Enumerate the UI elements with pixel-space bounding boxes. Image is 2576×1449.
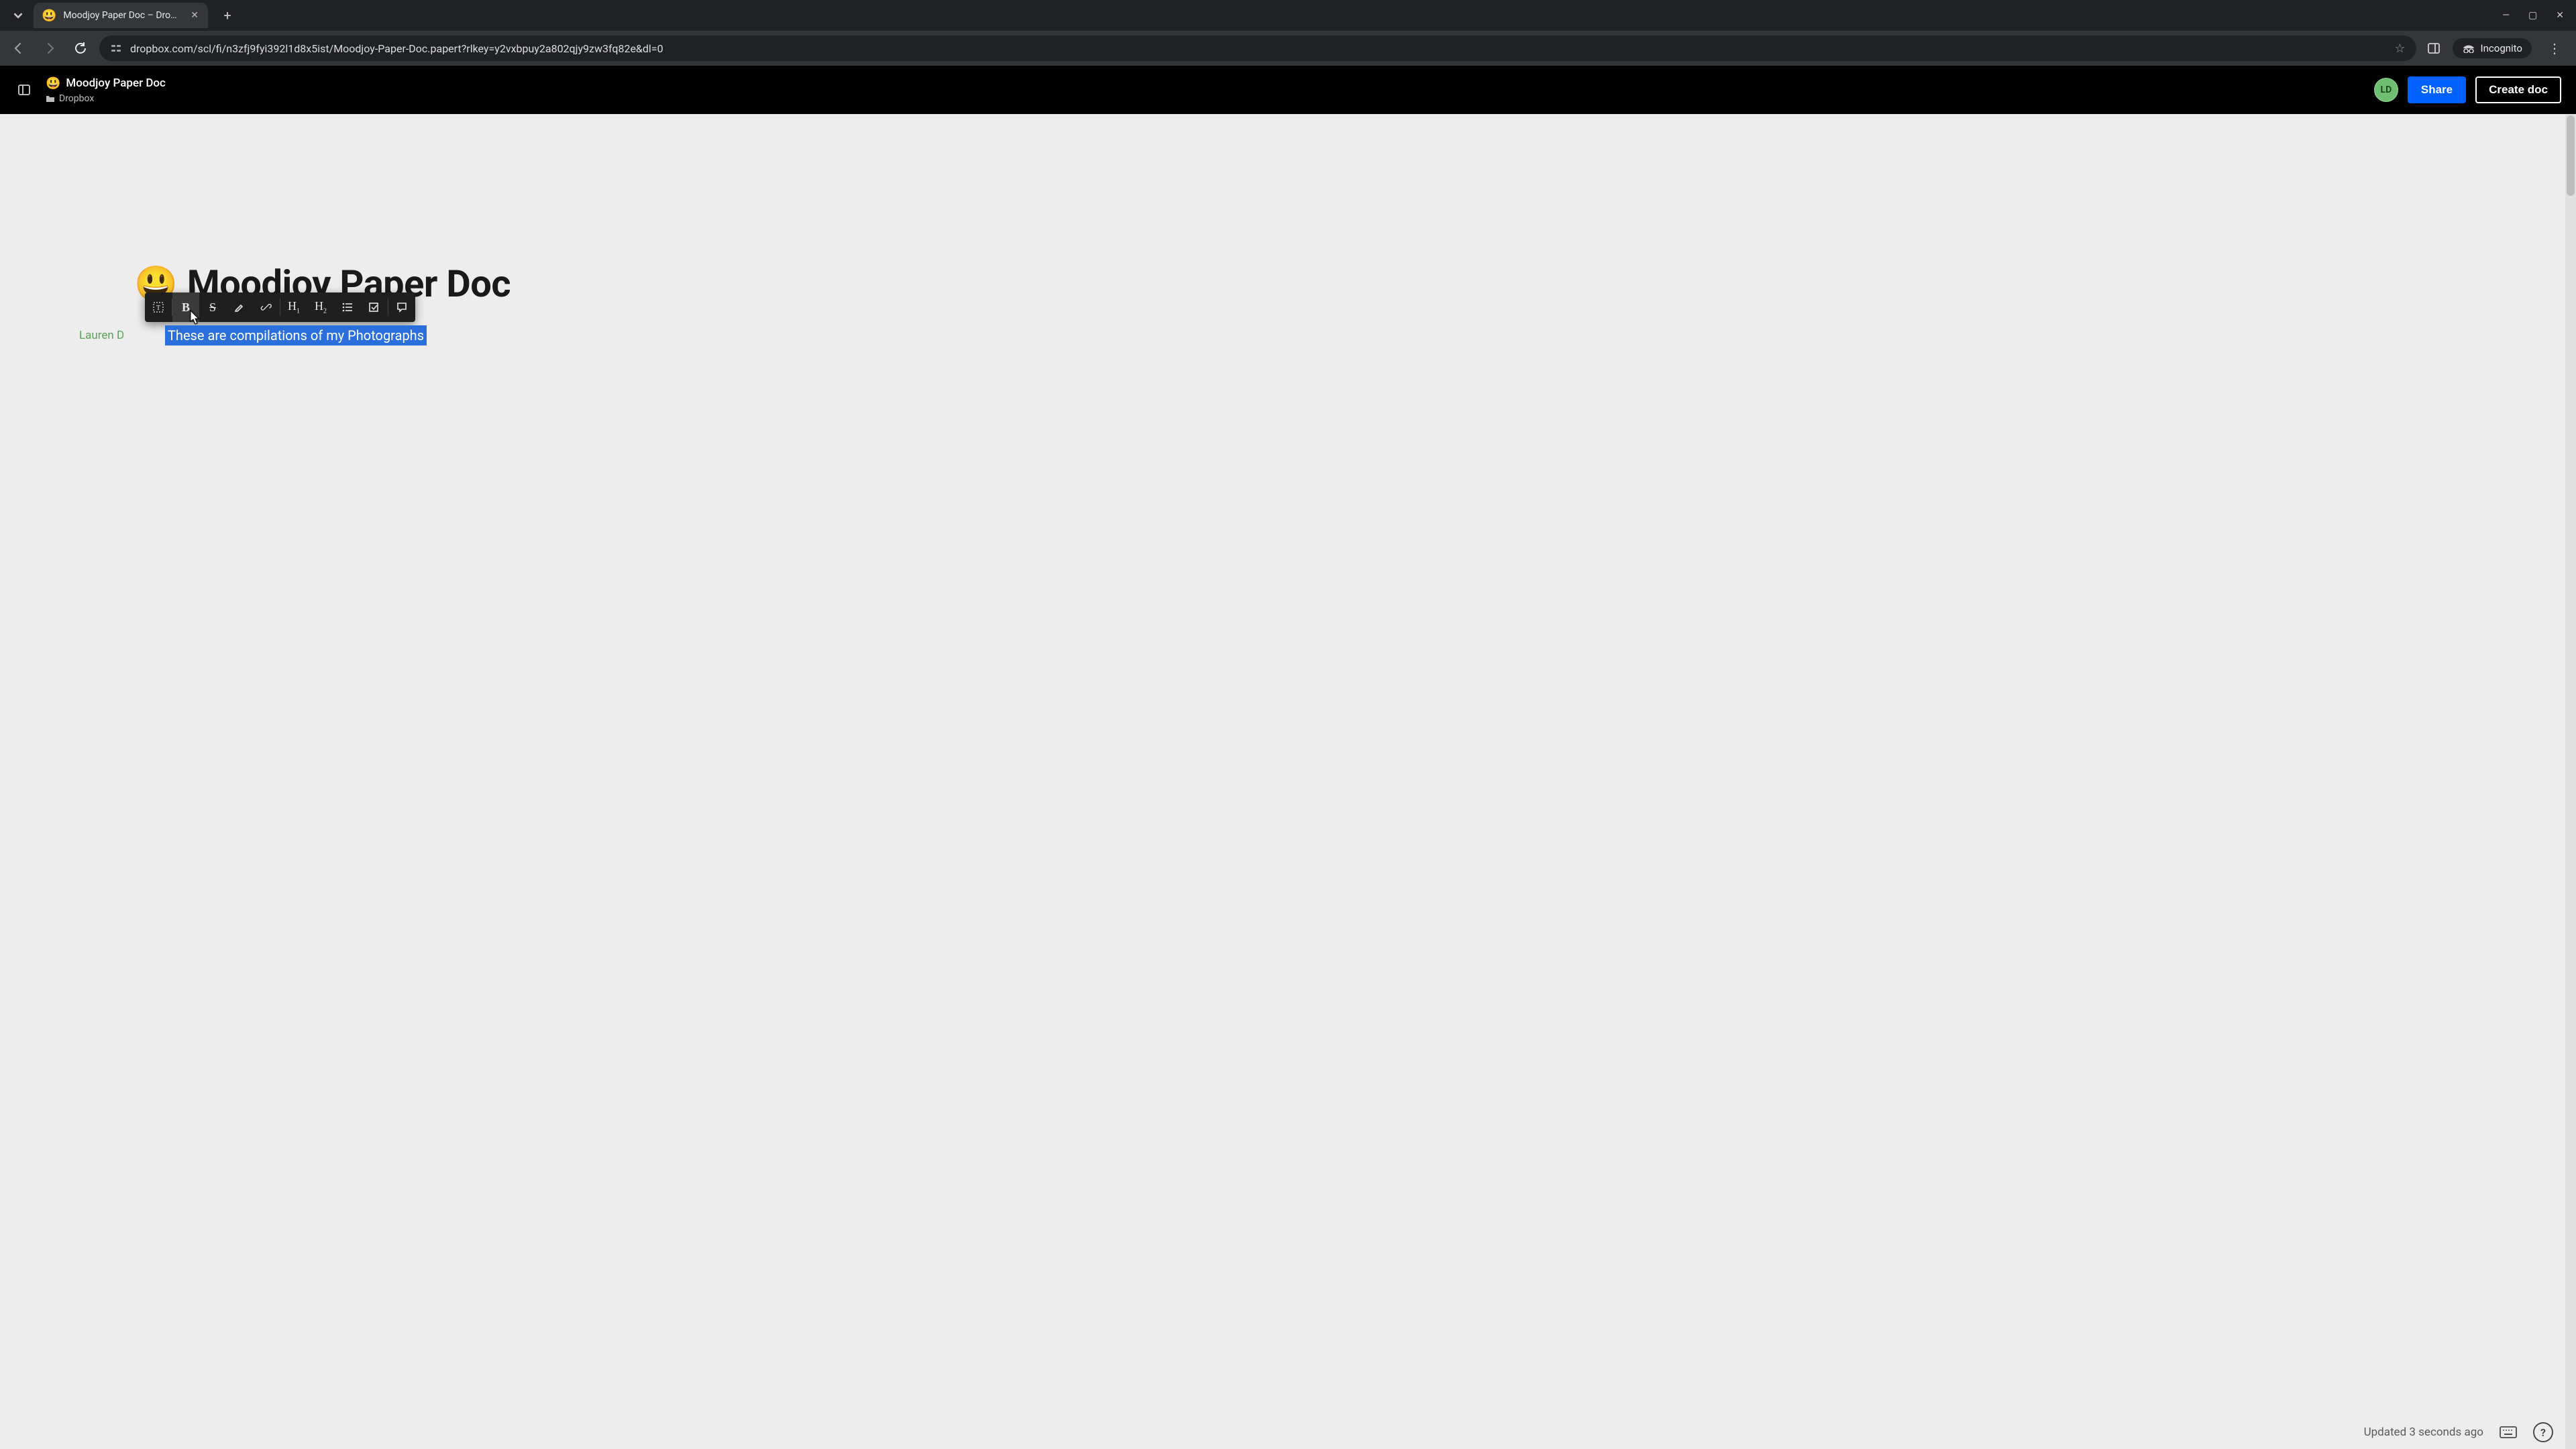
browser-menu-icon[interactable]: ⋮	[2544, 40, 2565, 56]
browser-tab[interactable]: 😃 Moodjoy Paper Doc – Dropbox ✕	[34, 3, 208, 28]
tab-strip: 😃 Moodjoy Paper Doc – Dropbox ✕ + — ▢ ✕	[0, 0, 2576, 31]
back-button[interactable]	[7, 36, 31, 60]
tab-favicon-icon: 😃	[42, 9, 56, 23]
tab-close-icon[interactable]: ✕	[191, 10, 199, 21]
h2-button[interactable]: H2	[307, 292, 334, 322]
link-icon	[260, 301, 272, 313]
header-doc-emoji-icon: 😃	[46, 76, 60, 91]
share-button[interactable]: Share	[2408, 76, 2466, 103]
reload-button[interactable]	[68, 36, 93, 60]
app-header: 😃 Moodjoy Paper Doc Dropbox LD Share Cre…	[0, 66, 2576, 114]
breadcrumb-label: Dropbox	[59, 93, 94, 104]
h1-button[interactable]: H1	[280, 292, 307, 322]
create-doc-button[interactable]: Create doc	[2475, 76, 2561, 103]
checklist-icon	[368, 301, 380, 313]
folder-icon	[46, 95, 55, 103]
text-style-icon: T	[152, 301, 164, 313]
h2-icon: H2	[315, 299, 327, 315]
updated-timestamp: Updated 3 seconds ago	[2364, 1426, 2483, 1439]
window-controls: — ▢ ✕	[2502, 10, 2569, 21]
avatar[interactable]: LD	[2374, 78, 2398, 102]
h1-icon: H1	[288, 299, 300, 315]
tab-title: Moodjoy Paper Doc – Dropbox	[63, 10, 180, 21]
document-canvas[interactable]: 😃 Moodjoy Paper Doc T B S	[0, 114, 2576, 1449]
svg-text:T: T	[156, 305, 160, 312]
link-button[interactable]	[253, 292, 280, 322]
new-tab-button[interactable]: +	[217, 7, 237, 23]
address-bar[interactable]: dropbox.com/scl/fi/n3zfj9fyi392l1d8x5ist…	[99, 36, 2416, 61]
window-close-icon[interactable]: ✕	[2556, 10, 2564, 21]
sidebar-toggle-button[interactable]	[15, 80, 34, 99]
header-doc-title[interactable]: Moodjoy Paper Doc	[66, 76, 166, 90]
text-style-button[interactable]: T	[145, 292, 172, 322]
breadcrumb[interactable]: Dropbox	[46, 93, 166, 104]
highlight-button[interactable]	[226, 292, 253, 322]
bullet-list-button[interactable]	[334, 292, 361, 322]
status-footer: Updated 3 seconds ago ?	[0, 1415, 2565, 1449]
bullet-list-icon	[341, 301, 354, 313]
url-text: dropbox.com/scl/fi/n3zfj9fyi392l1d8x5ist…	[130, 42, 663, 55]
highlight-icon	[233, 301, 246, 313]
keyboard-shortcuts-button[interactable]	[2498, 1422, 2518, 1442]
tab-search-dropdown[interactable]	[7, 4, 30, 27]
incognito-indicator[interactable]: Incognito	[2453, 38, 2532, 58]
selected-body-text[interactable]: These are compilations of my Photographs	[165, 325, 427, 345]
strikethrough-button[interactable]: S	[199, 292, 226, 322]
forward-button[interactable]	[38, 36, 62, 60]
comment-button[interactable]	[388, 292, 415, 322]
side-panel-icon[interactable]	[2427, 42, 2440, 55]
site-settings-icon[interactable]	[110, 42, 122, 54]
incognito-icon	[2462, 44, 2475, 53]
strikethrough-icon: S	[209, 301, 216, 315]
checklist-button[interactable]	[361, 292, 388, 322]
formatting-toolbar: T B S H1 H2	[145, 292, 415, 322]
bookmark-star-icon[interactable]: ☆	[2394, 42, 2405, 56]
incognito-label: Incognito	[2481, 42, 2522, 54]
help-button[interactable]: ?	[2533, 1422, 2553, 1442]
comment-icon	[396, 301, 408, 313]
cursor-pointer-icon	[188, 310, 200, 326]
author-label: Lauren D	[79, 329, 124, 342]
window-maximize-icon[interactable]: ▢	[2528, 10, 2537, 21]
window-minimize-icon[interactable]: —	[2502, 10, 2510, 21]
browser-toolbar: dropbox.com/scl/fi/n3zfj9fyi392l1d8x5ist…	[0, 31, 2576, 66]
keyboard-icon	[2500, 1426, 2517, 1438]
